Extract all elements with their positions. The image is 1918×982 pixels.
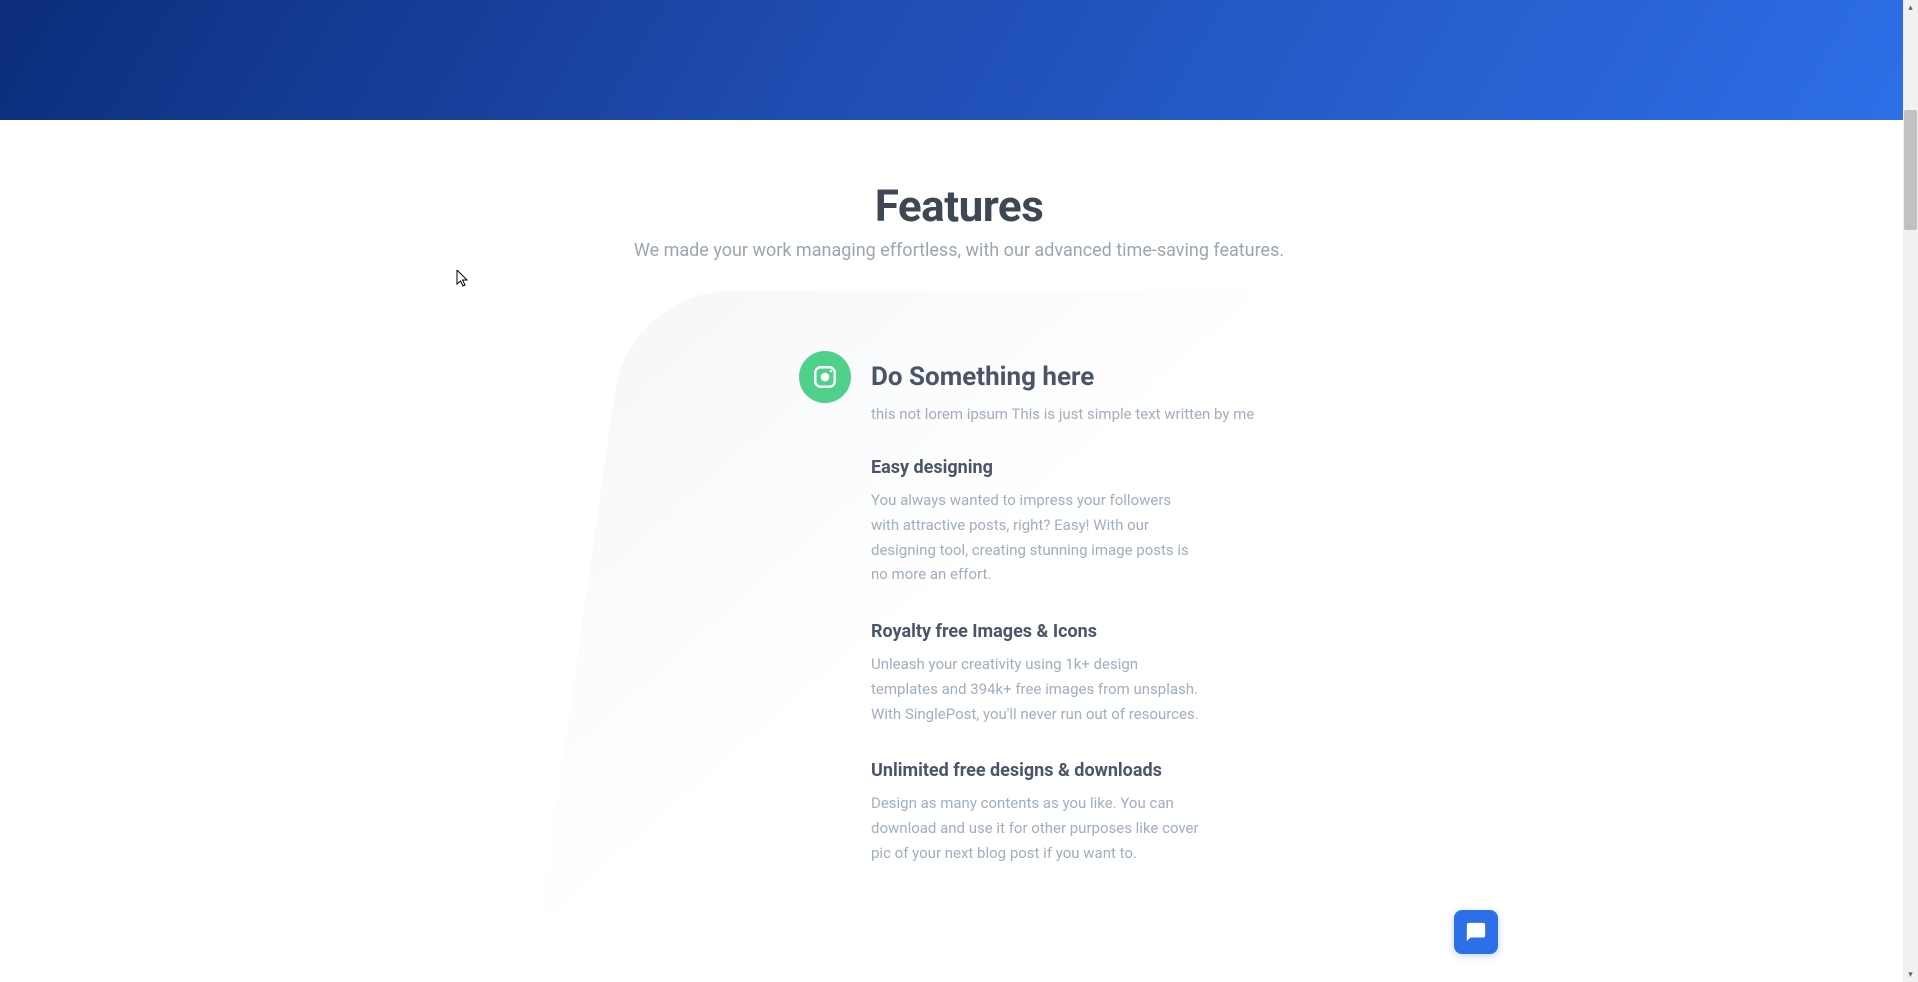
chat-button[interactable] (1454, 910, 1498, 954)
instagram-icon (799, 351, 851, 403)
feature-main-title: Do Something here (871, 362, 1094, 392)
section-title: Features (0, 180, 1918, 232)
chat-icon (1465, 921, 1487, 943)
scrollbar-arrow-up-icon[interactable]: ▴ (1903, 0, 1918, 15)
feature-block-desc: You always wanted to impress your follow… (871, 488, 1201, 587)
feature-block-title: Royalty free Images & Icons (871, 621, 1201, 642)
feature-block: Unlimited free designs & downloads Desig… (871, 760, 1201, 865)
features-section: Features We made your work managing effo… (0, 120, 1918, 926)
hero-banner (0, 0, 1918, 120)
feature-main-subtitle: this not lorem ipsum This is just simple… (871, 405, 1429, 423)
scrollbar-arrow-down-icon[interactable]: ▾ (1903, 967, 1918, 982)
scrollbar-track[interactable]: ▴ ▾ (1903, 0, 1918, 982)
feature-block: Easy designing You always wanted to impr… (871, 457, 1201, 587)
feature-card: Do Something here this not lorem ipsum T… (709, 291, 1469, 926)
feature-block: Royalty free Images & Icons Unleash your… (871, 621, 1201, 726)
section-subtitle: We made your work managing effortless, w… (0, 240, 1918, 261)
feature-block-desc: Unleash your creativity using 1k+ design… (871, 652, 1201, 726)
feature-block-title: Easy designing (871, 457, 1201, 478)
feature-block-desc: Design as many contents as you like. You… (871, 791, 1201, 865)
feature-header: Do Something here (799, 351, 1429, 403)
feature-block-title: Unlimited free designs & downloads (871, 760, 1201, 781)
scrollbar-thumb[interactable] (1904, 110, 1917, 230)
